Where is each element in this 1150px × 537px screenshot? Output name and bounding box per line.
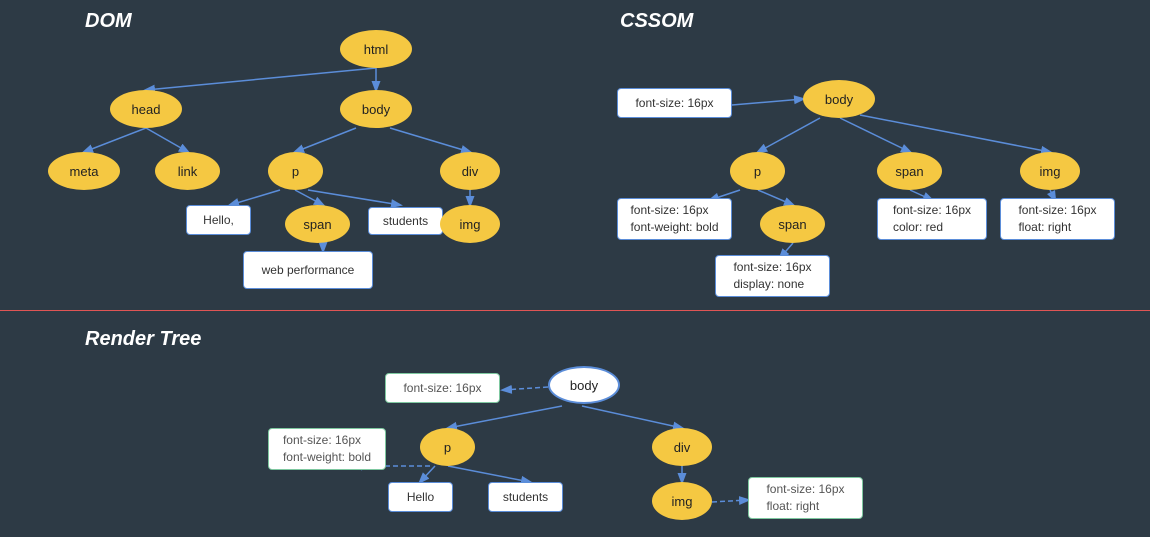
cssom-p-node: p	[730, 152, 785, 190]
render-p-node: p	[420, 428, 475, 466]
dom-img-node: img	[440, 205, 500, 243]
connection-lines	[0, 0, 1150, 537]
render-hello-node: Hello	[388, 482, 453, 512]
dom-webperf-node: web performance	[243, 251, 373, 289]
dom-p-node: p	[268, 152, 323, 190]
dom-span-node: span	[285, 205, 350, 243]
diagram-container: DOM CSSOM Render Tree	[0, 0, 1150, 537]
render-p-props-node: font-size: 16pxfont-weight: bold	[268, 428, 386, 470]
render-label: Render Tree	[85, 328, 201, 351]
dom-head-node: head	[110, 90, 182, 128]
dom-link-node: link	[155, 152, 220, 190]
render-fontsize-node: font-size: 16px	[385, 373, 500, 403]
dom-students-node: students	[368, 207, 443, 235]
cssom-span-props-node: font-size: 16pxcolor: red	[877, 198, 987, 240]
cssom-p-props-node: font-size: 16pxfont-weight: bold	[617, 198, 732, 240]
cssom-label: CSSOM	[620, 10, 693, 33]
render-body-node: body	[548, 366, 620, 404]
cssom-span-inner-props-node: font-size: 16pxdisplay: none	[715, 255, 830, 297]
dom-html-node: html	[340, 30, 412, 68]
cssom-img-node: img	[1020, 152, 1080, 190]
cssom-fontsize-node: font-size: 16px	[617, 88, 732, 118]
cssom-span-inner-node: span	[760, 205, 825, 243]
render-img-node: img	[652, 482, 712, 520]
cssom-img-props-node: font-size: 16pxfloat: right	[1000, 198, 1115, 240]
render-students-node: students	[488, 482, 563, 512]
dom-label: DOM	[85, 10, 132, 33]
cssom-span-top-node: span	[877, 152, 942, 190]
section-divider	[0, 310, 1150, 311]
dom-meta-node: meta	[48, 152, 120, 190]
dom-body-node: body	[340, 90, 412, 128]
render-img-props-node: font-size: 16pxfloat: right	[748, 477, 863, 519]
render-div-node: div	[652, 428, 712, 466]
dom-div-node: div	[440, 152, 500, 190]
dom-hello-node: Hello,	[186, 205, 251, 235]
cssom-body-node: body	[803, 80, 875, 118]
